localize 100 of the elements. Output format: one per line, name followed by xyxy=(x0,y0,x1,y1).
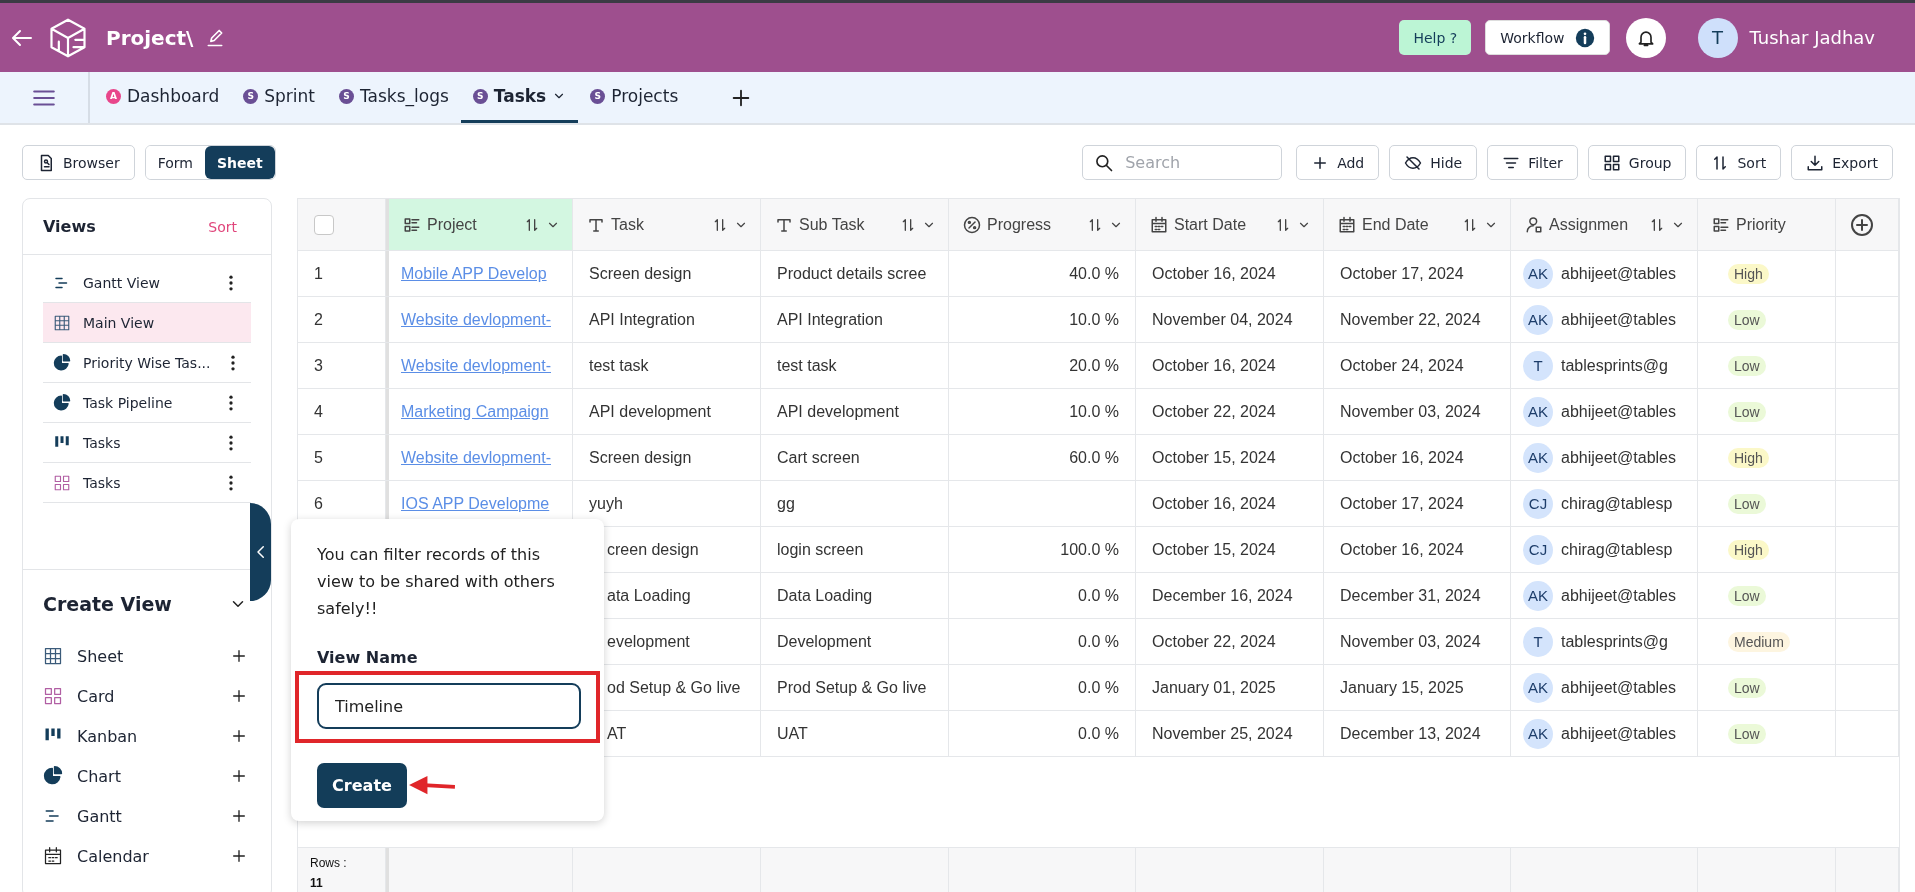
card-grid-icon xyxy=(53,473,71,492)
filter-button[interactable]: Filter xyxy=(1487,145,1578,180)
column-header[interactable]: Priority xyxy=(1698,199,1836,250)
sort-arrows-icon[interactable] xyxy=(1649,216,1665,233)
priority-tag: Low xyxy=(1728,585,1766,606)
assignee-avatar: AK xyxy=(1523,580,1553,611)
priority-tag: Low xyxy=(1728,401,1766,422)
group-button[interactable]: Group xyxy=(1587,145,1687,180)
create-view-option[interactable]: Card xyxy=(43,676,247,716)
sort-arrows-icon[interactable] xyxy=(1275,216,1291,233)
plus-icon xyxy=(231,728,247,744)
tab[interactable]: S Projects xyxy=(578,72,691,123)
workflow-button[interactable]: Workflow xyxy=(1485,20,1610,55)
plus-icon xyxy=(231,688,247,704)
sort-arrows-icon[interactable] xyxy=(900,216,916,233)
notification-button[interactable] xyxy=(1625,17,1666,58)
create-view-option[interactable]: Gantt xyxy=(43,796,247,836)
create-view-option[interactable]: Kanban xyxy=(43,716,247,756)
add-button[interactable]: Add xyxy=(1296,145,1380,180)
grid-icon xyxy=(43,646,63,666)
list-icon xyxy=(1712,215,1730,234)
assignee-avatar: AK xyxy=(1523,258,1553,289)
popup-message: You can filter records of this view to be shared with others safely!! xyxy=(317,544,556,620)
assignee-avatar: CJ xyxy=(1523,488,1553,519)
collapse-panel-button[interactable] xyxy=(250,503,271,601)
pie-chart-icon xyxy=(53,393,71,412)
sort-arrows-icon[interactable] xyxy=(1087,216,1103,233)
search-field[interactable]: Search xyxy=(1082,145,1283,180)
priority-tag: High xyxy=(1728,263,1769,284)
sort-arrows-icon[interactable] xyxy=(712,216,728,233)
download-icon xyxy=(1806,153,1825,172)
grid-squares-icon xyxy=(1602,153,1621,172)
sort-button[interactable]: Sort xyxy=(1696,145,1782,180)
priority-tag: Low xyxy=(1728,309,1766,330)
assignee-email: abhijeet@tables xyxy=(1561,402,1676,421)
assignee-avatar: AK xyxy=(1523,396,1553,427)
row-count-label: Rows : xyxy=(310,855,348,870)
priority-tag: High xyxy=(1728,447,1769,468)
assignee-email: abhijeet@tables xyxy=(1561,264,1676,283)
person-icon xyxy=(1525,215,1543,234)
assignee-email: chirag@tablesp xyxy=(1561,540,1673,559)
tab[interactable]: S Tasks_logs xyxy=(326,72,461,123)
assignee-avatar: AK xyxy=(1523,718,1553,749)
column-header[interactable]: Progress xyxy=(949,199,1136,250)
column-header[interactable]: Assignmen xyxy=(1511,199,1698,250)
column-header[interactable]: Start Date xyxy=(1136,199,1324,250)
card-grid-icon xyxy=(43,686,63,706)
view-item[interactable]: Task Pipeline xyxy=(43,383,251,423)
tab[interactable]: S Sprint xyxy=(231,72,327,123)
assignee-email: abhijeet@tables xyxy=(1561,678,1676,697)
column-header[interactable]: Task xyxy=(573,199,761,250)
priority-tag: Low xyxy=(1728,493,1766,514)
plus-icon xyxy=(231,648,247,664)
views-title: Views xyxy=(43,217,96,236)
create-view-option[interactable]: Calendar xyxy=(43,836,247,876)
column-header[interactable]: End Date xyxy=(1324,199,1511,250)
mode-tab[interactable]: Sheet xyxy=(205,146,275,179)
assignee-avatar: AK xyxy=(1523,442,1553,473)
sort-link[interactable]: Sort xyxy=(208,218,237,235)
assignee-email: chirag@tablesp xyxy=(1561,494,1673,513)
priority-tag: Low xyxy=(1728,723,1766,744)
priority-tag: Low xyxy=(1728,677,1766,698)
sort-arrows-icon[interactable] xyxy=(524,216,540,233)
assignee-avatar: CJ xyxy=(1523,534,1553,565)
tab-badge: S xyxy=(338,88,354,104)
pie-chart-icon xyxy=(43,766,63,786)
user-avatar: T xyxy=(1697,17,1738,58)
user-name: Tushar Jadhav xyxy=(1749,27,1875,48)
view-item[interactable]: Priority Wise Tas... xyxy=(43,343,251,383)
assignee-email: tablesprints@g xyxy=(1561,356,1668,375)
tab-badge: S xyxy=(243,88,259,104)
browser-button[interactable]: Browser xyxy=(22,145,135,180)
hide-button[interactable]: Hide xyxy=(1389,145,1478,180)
select-all-checkbox[interactable] xyxy=(314,214,334,235)
calendar-icon xyxy=(1338,215,1356,234)
tab-badge: A xyxy=(106,88,121,104)
tab[interactable]: S Tasks xyxy=(460,72,579,123)
view-item[interactable]: Tasks xyxy=(43,463,251,503)
priority-tag: Medium xyxy=(1728,631,1790,652)
tab[interactable]: A Dashboard xyxy=(94,72,232,123)
project-title: Project\ xyxy=(106,25,194,50)
plus-icon xyxy=(231,768,247,784)
tab-badge: S xyxy=(472,88,488,104)
annotation-arrow xyxy=(407,774,457,797)
column-header[interactable]: Project xyxy=(386,199,573,250)
sort-arrows-icon[interactable] xyxy=(1462,216,1478,233)
help-button[interactable]: Help ? xyxy=(1399,20,1472,55)
create-view-option[interactable]: Sheet xyxy=(43,636,247,676)
column-header[interactable]: Sub Task xyxy=(761,199,949,250)
view-item[interactable]: Main View xyxy=(43,303,251,343)
export-button[interactable]: Export xyxy=(1791,145,1893,180)
calendar-icon xyxy=(43,846,63,866)
assignee-avatar: T xyxy=(1523,626,1553,657)
assignee-email: tablesprints@g xyxy=(1561,632,1668,651)
create-view-option[interactable]: Chart xyxy=(43,756,247,796)
view-item[interactable]: Tasks xyxy=(43,423,251,463)
create-button[interactable]: Create xyxy=(317,763,407,808)
add-column-icon[interactable] xyxy=(1850,212,1874,237)
priority-tag: High xyxy=(1728,539,1769,560)
view-name-field[interactable]: Timeline xyxy=(317,683,581,729)
